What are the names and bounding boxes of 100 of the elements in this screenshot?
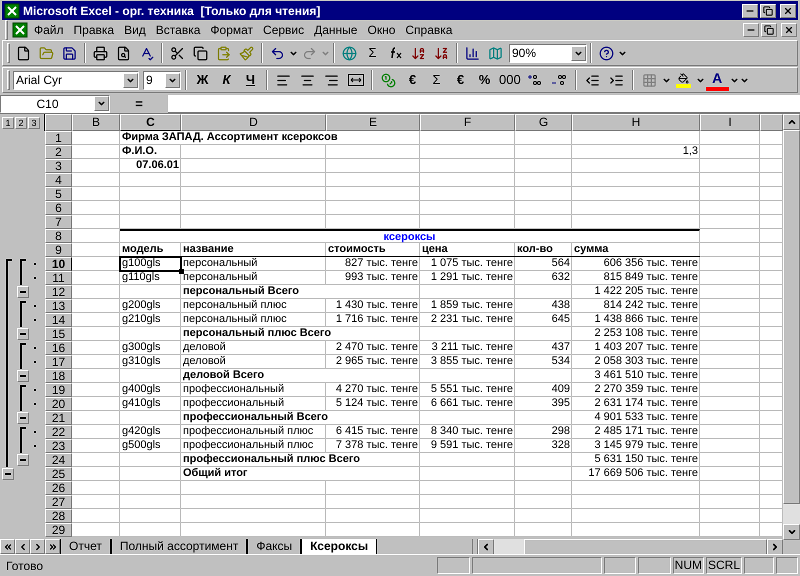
collapse-button[interactable] — [2, 468, 14, 480]
outline-level-button[interactable]: 1 — [2, 116, 14, 128]
equals-sign[interactable]: = — [110, 94, 168, 114]
row-header[interactable]: 13 — [45, 299, 72, 313]
row-header[interactable]: 2 — [45, 145, 72, 159]
window-minimize-button[interactable] — [742, 4, 758, 18]
menu-item[interactable]: Справка — [401, 21, 456, 39]
sheet-tab[interactable]: Полный ассортимент — [110, 538, 248, 554]
column-header[interactable]: G — [515, 114, 572, 131]
row-header[interactable]: 1 — [45, 131, 72, 145]
row-header[interactable]: 25 — [45, 467, 72, 481]
font-dropdown[interactable]: Arial Cyr — [13, 70, 139, 90]
menu-item[interactable]: Вид — [120, 21, 150, 39]
dropdown-icon[interactable] — [696, 76, 705, 84]
row-header[interactable]: 10 — [45, 257, 72, 271]
more-icon[interactable] — [618, 48, 627, 58]
column-header[interactable]: B — [72, 114, 120, 131]
collapse-button[interactable] — [17, 412, 29, 424]
row-header[interactable]: 19 — [45, 383, 72, 397]
euro-format-button[interactable]: € — [449, 69, 472, 91]
dropdown-icon[interactable] — [289, 48, 298, 58]
select-all-button[interactable] — [45, 114, 72, 131]
sheet-tab[interactable]: Отчет — [60, 538, 111, 554]
row-header[interactable]: 5 — [45, 187, 72, 201]
collapse-button[interactable] — [17, 454, 29, 466]
column-header[interactable] — [760, 114, 783, 131]
row-header[interactable]: 15 — [45, 327, 72, 341]
percent-button[interactable]: % — [473, 69, 496, 91]
menu-item[interactable]: Формат — [206, 21, 258, 39]
workbook-close-button[interactable] — [781, 23, 797, 37]
row-header[interactable]: 8 — [45, 229, 72, 243]
fill-handle[interactable] — [179, 269, 184, 274]
row-header[interactable]: 20 — [45, 397, 72, 411]
row-header[interactable]: 7 — [45, 215, 72, 229]
first-sheet-button[interactable] — [0, 539, 15, 554]
column-header[interactable]: E — [326, 114, 420, 131]
euro-button[interactable]: € — [401, 69, 424, 91]
row-header[interactable]: 14 — [45, 313, 72, 327]
menu-item[interactable]: Окно — [363, 21, 400, 39]
menu-item[interactable]: Данные — [310, 21, 362, 39]
scroll-up-button[interactable] — [783, 114, 800, 130]
row-header[interactable]: 28 — [45, 509, 72, 523]
underline-button[interactable]: Ч — [239, 69, 262, 91]
row-header[interactable]: 27 — [45, 495, 72, 509]
outline-level-button[interactable]: 2 — [15, 116, 27, 128]
workbook-minimize-button[interactable] — [743, 23, 759, 37]
workbook-restore-button[interactable] — [761, 23, 777, 37]
row-header[interactable]: 11 — [45, 271, 72, 285]
sheet-tab[interactable]: Ксероксы — [301, 538, 378, 554]
column-header[interactable]: C — [120, 114, 181, 131]
scroll-down-button[interactable] — [783, 524, 800, 540]
sum-button[interactable]: Σ — [425, 69, 448, 91]
column-header[interactable]: H — [572, 114, 700, 131]
row-header[interactable]: 29 — [45, 523, 72, 537]
horizontal-scrollbar[interactable] — [478, 538, 783, 554]
menu-item[interactable]: Сервис — [259, 21, 308, 39]
row-header[interactable]: 6 — [45, 201, 72, 215]
bold-button[interactable]: Ж — [191, 69, 214, 91]
menu-item[interactable]: Правка — [70, 21, 118, 39]
column-header[interactable]: I — [700, 114, 760, 131]
row-header[interactable]: 18 — [45, 369, 72, 383]
outline-level-button[interactable]: 3 — [28, 116, 40, 128]
font-color-button[interactable]: A — [706, 69, 729, 91]
menu-item[interactable]: Вставка — [152, 21, 204, 39]
row-header[interactable]: 23 — [45, 439, 72, 453]
last-sheet-button[interactable] — [45, 539, 60, 554]
thousands-button[interactable]: 000 — [497, 69, 523, 91]
collapse-button[interactable] — [17, 370, 29, 382]
previous-sheet-button[interactable] — [15, 539, 30, 554]
zoom-dropdown[interactable]: 90% — [509, 44, 587, 62]
scroll-right-button[interactable] — [767, 538, 783, 554]
name-box[interactable]: C10 — [0, 94, 110, 112]
row-header[interactable]: 16 — [45, 341, 72, 355]
window-close-button[interactable] — [780, 4, 796, 18]
window-restore-button[interactable] — [760, 4, 776, 18]
row-header[interactable]: 3 — [45, 159, 72, 173]
row-header[interactable]: 26 — [45, 481, 72, 495]
formula-field[interactable] — [168, 94, 800, 112]
row-header[interactable]: 22 — [45, 425, 72, 439]
collapse-button[interactable] — [17, 328, 29, 340]
row-header[interactable]: 21 — [45, 411, 72, 425]
sheet-tab[interactable]: Факсы — [247, 538, 302, 554]
autosum-button[interactable]: Σ — [361, 42, 384, 64]
menu-item[interactable]: Файл — [30, 21, 68, 39]
italic-button[interactable]: К — [215, 69, 238, 91]
more-icon[interactable] — [740, 76, 749, 84]
scroll-left-button[interactable] — [478, 538, 494, 554]
row-header[interactable]: 9 — [45, 243, 72, 257]
row-header[interactable]: 4 — [45, 173, 72, 187]
row-header[interactable]: 12 — [45, 285, 72, 299]
column-header[interactable]: F — [420, 114, 515, 131]
dropdown-icon[interactable] — [662, 76, 671, 84]
scroll-thumb[interactable] — [524, 538, 767, 554]
font-size-dropdown[interactable]: 9 — [143, 70, 181, 90]
dropdown-icon[interactable] — [730, 76, 739, 84]
next-sheet-button[interactable] — [30, 539, 45, 554]
row-header[interactable]: 17 — [45, 355, 72, 369]
row-header[interactable]: 24 — [45, 453, 72, 467]
column-header[interactable]: D — [181, 114, 326, 131]
collapse-button[interactable] — [17, 286, 29, 298]
